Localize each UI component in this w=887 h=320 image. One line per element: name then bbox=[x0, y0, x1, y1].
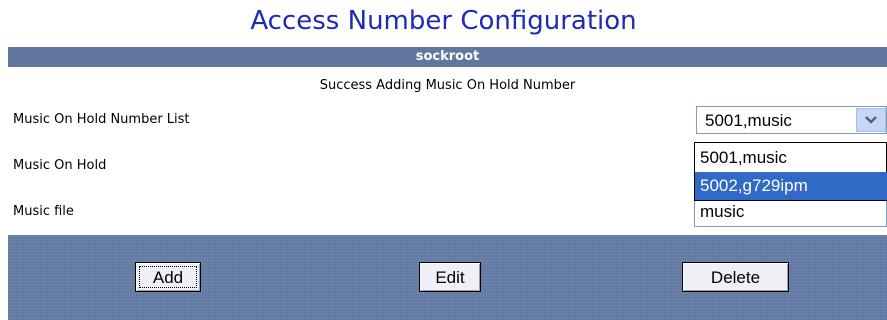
delete-button[interactable]: Delete bbox=[682, 262, 789, 292]
music-on-hold-label: Music On Hold bbox=[13, 158, 107, 173]
action-bar: Add Edit Delete bbox=[8, 235, 887, 320]
number-list-dropdown[interactable]: 5001,music 5002,g729ipm bbox=[694, 142, 887, 201]
music-file-label: Music file bbox=[13, 204, 74, 219]
number-list-selected-value: 5001,music bbox=[705, 111, 792, 130]
chevron-down-icon bbox=[865, 116, 877, 124]
delete-button-label: Delete bbox=[710, 268, 761, 287]
music-file-value: music bbox=[700, 202, 745, 221]
section-header: sockroot bbox=[8, 47, 887, 67]
dropdown-button[interactable] bbox=[856, 108, 886, 132]
number-list-label: Music On Hold Number List bbox=[13, 112, 190, 127]
dropdown-option[interactable]: 5001,music bbox=[695, 144, 887, 172]
add-button[interactable]: Add bbox=[135, 262, 201, 292]
focus-outline bbox=[139, 266, 197, 288]
edit-button[interactable]: Edit bbox=[419, 262, 481, 292]
edit-button-label: Edit bbox=[435, 268, 465, 287]
music-file-field[interactable]: music bbox=[694, 201, 887, 227]
number-list-select[interactable]: 5001,music bbox=[696, 106, 887, 134]
dropdown-option-highlighted[interactable]: 5002,g729ipm bbox=[695, 172, 887, 200]
status-message: Success Adding Music On Hold Number bbox=[319, 78, 576, 93]
page-title: Access Number Configuration bbox=[250, 6, 637, 36]
